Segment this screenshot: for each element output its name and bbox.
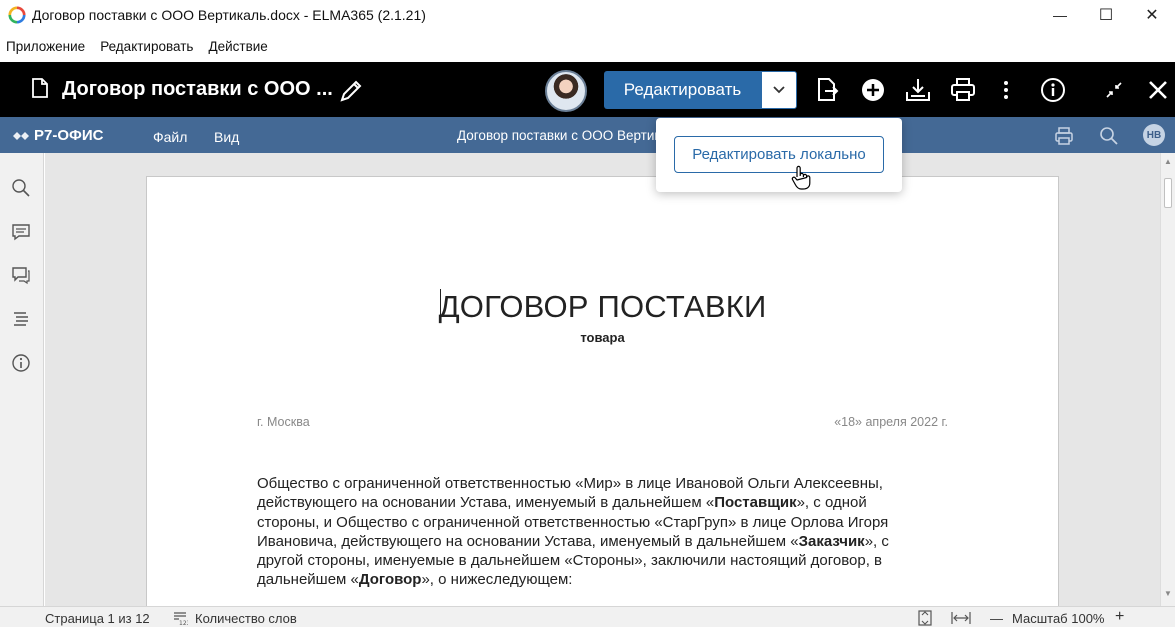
- svg-text:123: 123: [179, 620, 188, 626]
- word-count[interactable]: Количество слов: [195, 611, 297, 626]
- print-icon: [951, 78, 975, 101]
- scroll-thumb[interactable]: [1164, 178, 1172, 208]
- left-sidebar: [0, 153, 44, 606]
- add-button[interactable]: [859, 76, 887, 104]
- close-icon: [1149, 81, 1167, 99]
- status-bar: Страница 1 из 12 123 Количество слов — М…: [0, 606, 1175, 627]
- scroll-up-icon[interactable]: ▲: [1164, 158, 1172, 166]
- document-canvas[interactable]: ДОГОВОР ПОСТАВКИ товара г. Москва «18» а…: [45, 153, 1160, 606]
- edit-options-popup: Редактировать локально: [656, 118, 902, 192]
- zoom-level: Масштаб 100%: [1012, 611, 1105, 626]
- search-icon[interactable]: [11, 178, 31, 198]
- maximize-button[interactable]: ☐: [1083, 0, 1129, 30]
- edit-button[interactable]: Редактировать: [604, 71, 761, 109]
- file-export-icon: [818, 78, 839, 101]
- search-icon[interactable]: [1099, 126, 1119, 146]
- download-icon: [906, 79, 930, 101]
- document-city: г. Москва: [257, 415, 310, 429]
- more-options-button[interactable]: [992, 76, 1020, 104]
- redacted-area: [380, 68, 540, 114]
- close-document-button[interactable]: [1144, 76, 1172, 104]
- chevron-down-icon: [773, 86, 785, 94]
- fit-page-icon[interactable]: [917, 610, 933, 626]
- document-paragraph: Общество с ограниченной ответственностью…: [257, 474, 927, 590]
- minimize-button[interactable]: —: [1037, 0, 1083, 30]
- document-page[interactable]: ДОГОВОР ПОСТАВКИ товара г. Москва «18» а…: [146, 176, 1059, 606]
- chat-icon[interactable]: [11, 265, 31, 285]
- info-button[interactable]: [1039, 76, 1067, 104]
- r7-logo: Р7-ОФИС: [12, 127, 103, 144]
- print-button[interactable]: [949, 76, 977, 104]
- document-heading: ДОГОВОР ПОСТАВКИ: [438, 289, 767, 324]
- user-badge[interactable]: НВ: [1143, 124, 1165, 146]
- title-bar: Договор поставки с ООО Вертикаль.docx - …: [0, 0, 1175, 30]
- comment-icon[interactable]: [11, 222, 31, 242]
- scroll-down-icon[interactable]: ▼: [1164, 590, 1172, 598]
- window-title: Договор поставки с ООО Вертикаль.docx - …: [32, 7, 426, 23]
- page-info[interactable]: Страница 1 из 12: [45, 611, 150, 626]
- navigation-icon[interactable]: [11, 309, 31, 329]
- file-export-button[interactable]: [814, 76, 842, 104]
- r7-logo-icon: [13, 131, 29, 140]
- document-title: Договор поставки с ООО ...: [62, 78, 333, 100]
- edit-dropdown-button[interactable]: [761, 71, 797, 109]
- editor-header: Р7-ОФИС Файл Вид Договор поставки с ООО …: [0, 117, 1175, 153]
- collapse-button[interactable]: [1100, 76, 1128, 104]
- para-run-bold: Заказчик: [798, 532, 865, 550]
- app-logo-icon: [8, 6, 26, 24]
- more-vert-icon: [1004, 81, 1008, 99]
- editor-doc-title: Договор поставки с ООО Вертикаль: [457, 128, 684, 143]
- add-circle-icon: [862, 79, 884, 101]
- document-subheading: товара: [580, 330, 625, 345]
- info-icon: [1041, 78, 1065, 102]
- fit-width-icon[interactable]: [951, 610, 971, 626]
- editor-menu-view[interactable]: Вид: [214, 129, 239, 145]
- document-icon: [32, 78, 48, 98]
- menu-action[interactable]: Действие: [208, 39, 267, 54]
- minimize-icon: —: [1053, 7, 1067, 23]
- close-icon: ✕: [1145, 7, 1159, 24]
- document-toolbar: Договор поставки с ООО ... Редактировать: [0, 62, 1175, 117]
- hand-pointer-icon: [791, 165, 811, 190]
- editor-menu-file[interactable]: Файл: [153, 129, 187, 145]
- word-count-icon: 123: [174, 612, 188, 626]
- info-icon[interactable]: [11, 353, 31, 373]
- collapse-icon: [1106, 82, 1122, 98]
- download-button[interactable]: [904, 76, 932, 104]
- maximize-icon: ☐: [1098, 7, 1114, 24]
- para-run-bold: Поставщик: [714, 494, 797, 512]
- para-run: », о нижеследующем:: [421, 571, 573, 589]
- edit-locally-button[interactable]: Редактировать локально: [674, 136, 884, 173]
- zoom-in-button[interactable]: +: [1115, 608, 1124, 626]
- menu-application[interactable]: Приложение: [6, 39, 85, 54]
- r7-logo-text: Р7-ОФИС: [34, 127, 104, 144]
- menu-edit[interactable]: Редактировать: [100, 39, 193, 54]
- close-window-button[interactable]: ✕: [1129, 0, 1175, 30]
- pencil-icon[interactable]: [338, 78, 364, 104]
- para-run-bold: Договор: [358, 571, 422, 589]
- document-date: «18» апреля 2022 г.: [834, 415, 948, 429]
- vertical-scrollbar[interactable]: ▲ ▼: [1160, 153, 1175, 606]
- print-icon[interactable]: [1054, 126, 1074, 146]
- avatar[interactable]: [545, 70, 587, 112]
- zoom-out-button[interactable]: —: [990, 611, 1003, 626]
- menu-bar: Приложение Редактировать Действие: [0, 34, 283, 58]
